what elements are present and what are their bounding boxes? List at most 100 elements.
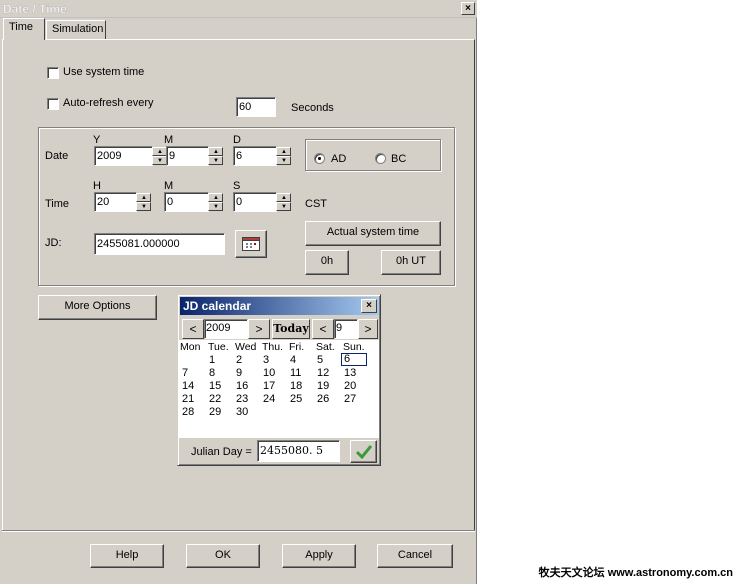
calendar-day[interactable]: 15 — [209, 380, 236, 393]
calendar-day[interactable]: 28 — [182, 406, 209, 419]
year-header: Y — [93, 134, 101, 146]
date-label: Date — [45, 150, 69, 162]
calendar-icon — [242, 237, 260, 251]
day-header: D — [233, 134, 241, 146]
prev-month-button[interactable]: < — [312, 319, 334, 339]
weekday-header: Wed — [235, 341, 257, 353]
month-spinner[interactable]: ▲ ▼ — [208, 147, 223, 165]
help-button[interactable]: Help — [90, 544, 164, 568]
calendar-day[interactable]: 27 — [344, 393, 371, 406]
month-input[interactable]: 9 — [166, 146, 209, 166]
use-system-time-checkbox[interactable] — [47, 67, 59, 79]
today-button[interactable]: Today — [272, 319, 310, 339]
second-input[interactable]: 0 — [233, 192, 277, 212]
weekday-header: Fri. — [289, 341, 305, 353]
title-bar: Date / Time × — [0, 0, 477, 18]
hour-input[interactable]: 20 — [94, 192, 137, 212]
weekday-header: Tue. — [208, 341, 229, 353]
weekday-header: Thu. — [262, 341, 284, 353]
close-icon[interactable]: × — [461, 2, 475, 15]
refresh-seconds-input[interactable]: 60 — [236, 97, 276, 117]
use-system-time-label: Use system time — [63, 66, 145, 78]
time-label: Time — [45, 198, 70, 210]
minute-header: M — [164, 180, 174, 192]
confirm-button[interactable] — [350, 440, 377, 463]
calendar-year-input[interactable]: 2009 — [204, 319, 248, 339]
calendar-day[interactable]: 7 — [182, 367, 209, 380]
minute-spinner[interactable]: ▲ ▼ — [208, 193, 223, 211]
cancel-button[interactable]: Cancel — [377, 544, 453, 568]
tab-label: Simulation — [52, 23, 104, 35]
zero-h-ut-button[interactable]: 0h UT — [381, 250, 441, 275]
next-month-button[interactable]: > — [358, 319, 378, 339]
forum-watermark: 牧夫天文论坛 www.astronomy.com.cn — [538, 567, 733, 579]
tab-label: Time — [9, 21, 34, 33]
actual-system-time-button[interactable]: Actual system time — [305, 221, 441, 246]
calendar-day[interactable]: 1 — [209, 354, 236, 367]
era-ad-radio[interactable] — [314, 153, 325, 164]
era-ad-label: AD — [331, 153, 347, 165]
day-spinner[interactable]: ▲ ▼ — [276, 147, 291, 165]
calendar-day[interactable]: 18 — [290, 380, 317, 393]
calendar-day[interactable]: 26 — [317, 393, 344, 406]
calendar-day-selected[interactable]: 6 — [341, 353, 367, 366]
calendar-day[interactable]: 12 — [317, 367, 344, 380]
year-input[interactable]: 2009 — [94, 146, 153, 166]
calendar-day[interactable]: 8 — [209, 367, 236, 380]
checkmark-icon — [356, 445, 372, 459]
hour-header: H — [93, 180, 101, 192]
calendar-day[interactable]: 4 — [290, 354, 317, 367]
calendar-day[interactable]: 17 — [263, 380, 290, 393]
auto-refresh-label: Auto-refresh every — [63, 97, 154, 109]
calendar-day[interactable]: 13 — [344, 367, 371, 380]
jd-label: JD: — [45, 237, 62, 249]
calendar-day[interactable]: 30 — [236, 406, 263, 419]
ok-button[interactable]: OK — [186, 544, 260, 568]
calendar-day[interactable]: 11 — [290, 367, 317, 380]
calendar-day[interactable]: 29 — [209, 406, 236, 419]
calendar-day[interactable]: 3 — [263, 354, 290, 367]
calendar-day[interactable]: 25 — [290, 393, 317, 406]
calendar-close-icon[interactable]: × — [361, 299, 377, 313]
calendar-title: JD calendar — [183, 299, 252, 313]
era-group — [305, 139, 441, 171]
more-options-button[interactable]: More Options — [38, 295, 157, 320]
next-year-button[interactable]: > — [248, 319, 270, 339]
timezone-label: CST — [305, 198, 327, 210]
tab-simulation[interactable]: Simulation — [46, 20, 106, 39]
window-title: Date / Time — [3, 2, 67, 16]
calendar-day[interactable]: 19 — [317, 380, 344, 393]
calendar-day[interactable]: 10 — [263, 367, 290, 380]
date-time-dialog: Date / Time × Time Simulation Use system… — [0, 0, 477, 584]
month-header: M — [164, 134, 174, 146]
calendar-day[interactable]: 2 — [236, 354, 263, 367]
calendar-month-input[interactable]: 9 — [334, 319, 358, 339]
calendar-day[interactable]: 22 — [209, 393, 236, 406]
jd-calendar-button[interactable] — [235, 230, 267, 258]
apply-button[interactable]: Apply — [282, 544, 356, 568]
prev-year-button[interactable]: < — [182, 319, 204, 339]
day-input[interactable]: 6 — [233, 146, 277, 166]
calendar-day[interactable]: 20 — [344, 380, 371, 393]
julian-day-label: Julian Day = — [191, 446, 252, 458]
calendar-day[interactable]: 21 — [182, 393, 209, 406]
calendar-day[interactable]: 9 — [236, 367, 263, 380]
auto-refresh-checkbox[interactable] — [47, 98, 59, 110]
hour-spinner[interactable]: ▲ ▼ — [136, 193, 151, 211]
calendar-day[interactable]: 5 — [317, 354, 344, 367]
jd-input[interactable]: 2455081.000000 — [94, 233, 225, 255]
calendar-day[interactable]: 23 — [236, 393, 263, 406]
calendar-day[interactable]: 24 — [263, 393, 290, 406]
weekday-header: Sat. — [316, 341, 335, 353]
zero-h-button[interactable]: 0h — [305, 250, 349, 275]
year-spinner[interactable]: ▲ ▼ — [152, 147, 167, 165]
calendar-day[interactable]: 16 — [236, 380, 263, 393]
era-bc-radio[interactable] — [375, 153, 386, 164]
bottom-separator — [2, 530, 475, 532]
calendar-day[interactable]: 14 — [182, 380, 209, 393]
tab-time[interactable]: Time — [3, 18, 45, 40]
julian-day-input[interactable]: 2455080. 5 — [257, 440, 340, 462]
minute-input[interactable]: 0 — [164, 192, 209, 212]
calendar-grid: Mon Tue. Wed Thu. Fri. Sat. Sun. 1 2 3 4… — [179, 340, 379, 438]
second-spinner[interactable]: ▲ ▼ — [276, 193, 291, 211]
